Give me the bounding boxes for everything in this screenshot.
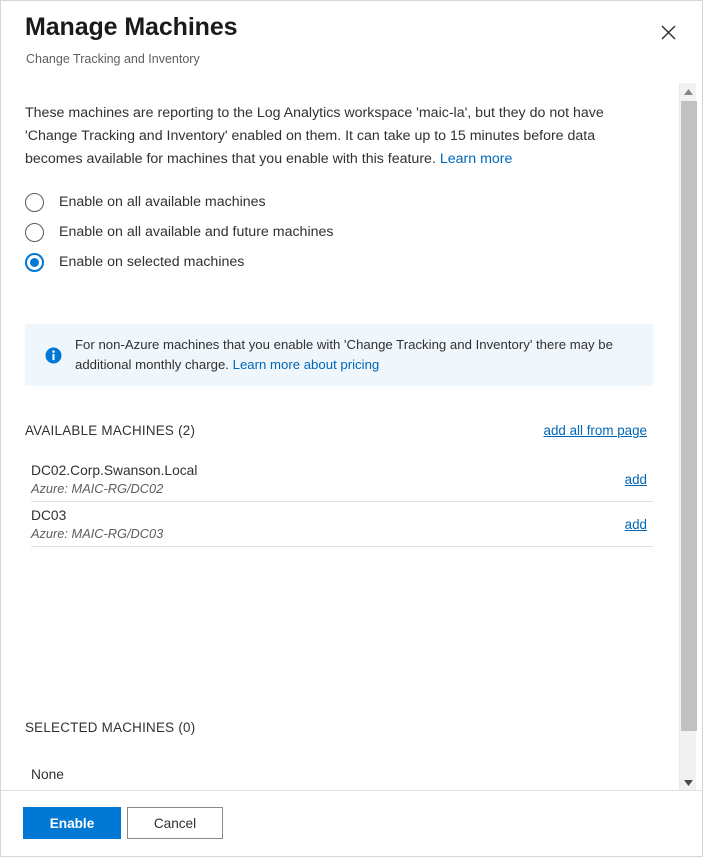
info-icon	[45, 347, 62, 364]
available-machines-list: DC02.Corp.Swanson.Local Azure: MAIC-RG/D…	[31, 457, 653, 547]
scrollbar-thumb[interactable]	[681, 101, 697, 731]
triangle-up-icon	[684, 88, 693, 95]
add-machine-link[interactable]: add	[625, 472, 653, 487]
dialog-footer: Enable Cancel	[1, 790, 702, 856]
radio-mark-icon-selected	[25, 252, 44, 272]
add-machine-link[interactable]: add	[625, 517, 653, 532]
available-machines-heading: AVAILABLE MACHINES (2)	[25, 423, 196, 438]
dialog-subtitle: Change Tracking and Inventory	[26, 52, 200, 66]
machine-info: DC03 Azure: MAIC-RG/DC03	[31, 506, 163, 543]
cancel-button[interactable]: Cancel	[127, 807, 223, 839]
description-text: These machines are reporting to the Log …	[25, 102, 653, 171]
pricing-info-banner: For non-Azure machines that you enable w…	[25, 324, 653, 386]
enable-button[interactable]: Enable	[23, 807, 121, 839]
selected-machines-empty-row: None	[31, 754, 653, 791]
available-machines-header: AVAILABLE MACHINES (2) add all from page	[25, 423, 653, 445]
radio-option-label: Enable on all available and future machi…	[59, 224, 334, 240]
machine-subtitle: Azure: MAIC-RG/DC02	[31, 480, 164, 496]
dialog-header: Manage Machines Change Tracking and Inve…	[1, 1, 702, 83]
scrollbar-down-button[interactable]	[680, 774, 697, 791]
radio-option-label: Enable on selected machines	[59, 254, 245, 270]
radio-mark-icon	[25, 192, 44, 212]
selected-machines-heading: SELECTED MACHINES (0)	[25, 720, 196, 735]
selected-machines-header: SELECTED MACHINES (0)	[25, 720, 653, 742]
add-all-from-page-link[interactable]: add all from page	[544, 423, 647, 438]
table-row[interactable]: DC02.Corp.Swanson.Local Azure: MAIC-RG/D…	[31, 457, 653, 502]
radio-mark-icon	[25, 222, 44, 242]
machine-subtitle: Azure: MAIC-RG/DC03	[31, 525, 164, 541]
machine-info: DC02.Corp.Swanson.Local Azure: MAIC-RG/D…	[31, 461, 197, 498]
selected-machines-empty-label: None	[31, 766, 64, 782]
description-body: These machines are reporting to the Log …	[25, 105, 604, 167]
pricing-info-text: For non-Azure machines that you enable w…	[75, 335, 653, 375]
manage-machines-dialog: Manage Machines Change Tracking and Inve…	[0, 0, 703, 857]
page-title: Manage Machines	[25, 13, 238, 41]
radio-option-all-available[interactable]: Enable on all available machines	[25, 187, 625, 217]
radio-option-all-available-and-future[interactable]: Enable on all available and future machi…	[25, 217, 625, 247]
radio-option-label: Enable on all available machines	[59, 194, 266, 210]
vertical-scrollbar[interactable]	[679, 83, 697, 791]
table-row[interactable]: DC03 Azure: MAIC-RG/DC03 add	[31, 502, 653, 547]
dialog-content: These machines are reporting to the Log …	[1, 83, 679, 791]
scope-radio-group: Enable on all available machines Enable …	[25, 187, 625, 277]
scrollbar-up-button[interactable]	[680, 83, 697, 100]
close-button[interactable]	[654, 18, 682, 46]
close-icon	[661, 25, 676, 40]
radio-option-selected-machines[interactable]: Enable on selected machines	[25, 247, 625, 277]
triangle-down-icon	[684, 779, 693, 786]
machine-name: DC03	[31, 507, 67, 523]
pricing-learn-more-link[interactable]: Learn more about pricing	[233, 357, 380, 372]
machine-name: DC02.Corp.Swanson.Local	[31, 462, 198, 478]
learn-more-link[interactable]: Learn more	[440, 151, 513, 167]
